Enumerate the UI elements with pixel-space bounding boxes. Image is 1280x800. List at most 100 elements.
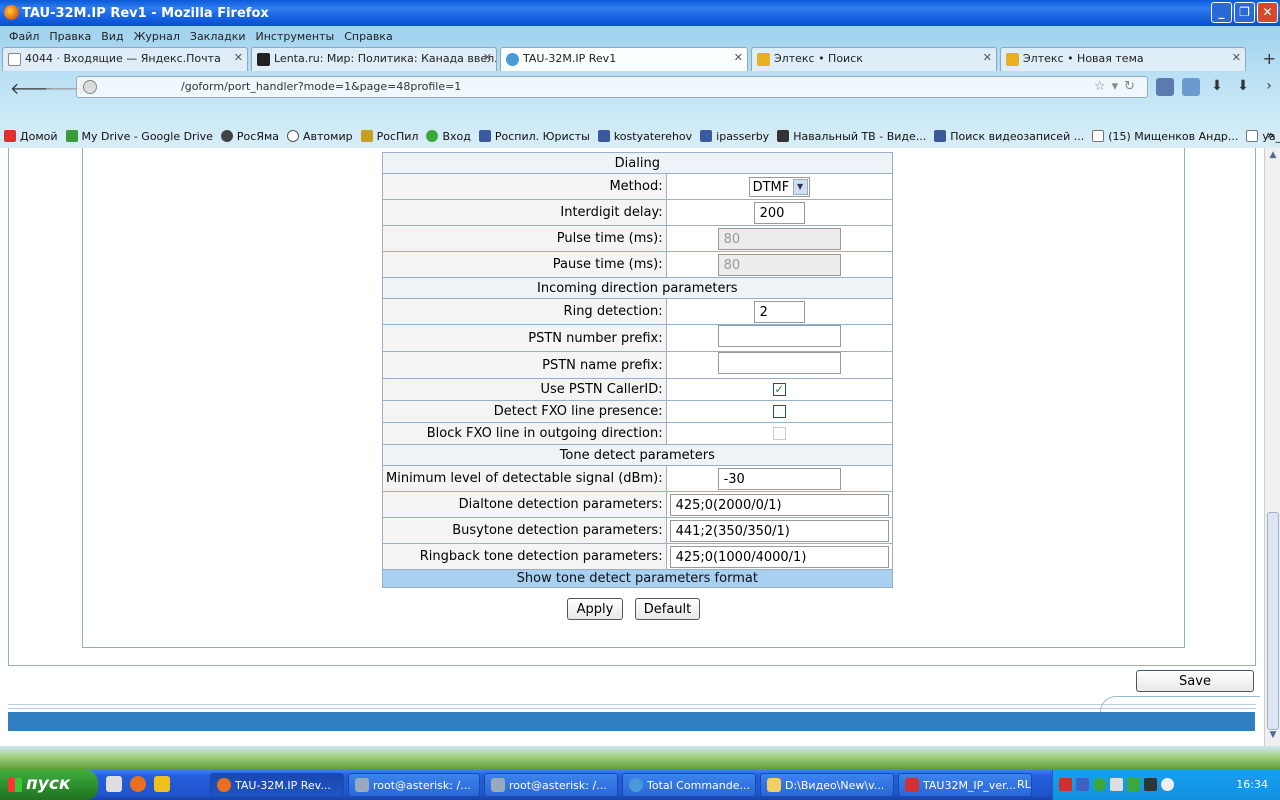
use-callerid-checkbox[interactable]: ✓ [772,383,786,396]
default-button[interactable]: Default [635,598,700,620]
tab-close-icon[interactable]: ✕ [734,51,743,64]
close-button[interactable]: ✕ [1257,2,1278,23]
putty-icon [355,778,369,792]
tab-close-icon[interactable]: ✕ [983,51,992,64]
start-button[interactable]: пуск [0,770,98,800]
dialtone-input[interactable]: 425;0(2000/0/1) [669,493,889,516]
min-level-input[interactable]: -30 [717,467,841,490]
bookmark-item[interactable]: РосПил [360,130,418,143]
tray-icon[interactable] [1093,778,1106,791]
use-callerid-label: Use PSTN CallerID: [382,378,667,401]
bookmark-item[interactable]: ipasserby [700,130,769,143]
taskbar-item[interactable]: D:\Видео\New\v... [760,773,894,797]
menu-help[interactable]: Справка [339,30,397,43]
busytone-input[interactable]: 441;2(350/350/1) [669,519,889,542]
bookmark-item[interactable]: РосЯма [220,130,279,143]
addon-icon[interactable] [1156,78,1174,96]
tab-close-icon[interactable]: ✕ [234,51,243,64]
pause-time-input: 80 [717,253,841,276]
menu-tools[interactable]: Инструменты [251,30,340,43]
ring-detection-input[interactable]: 2 [753,300,805,323]
interdigit-input[interactable]: 200 [753,201,805,224]
tray-icon[interactable] [1127,778,1140,791]
browser-chrome: Файл Правка Вид Журнал Закладки Инструме… [0,26,1280,148]
pulse-time-label: Pulse time (ms): [382,225,667,252]
download-icon[interactable]: ⬇ [1208,78,1226,96]
bookmark-item[interactable]: Навальный ТВ - Виде... [777,130,926,143]
show-format-link[interactable]: Show tone detect parameters format [382,569,893,588]
ringback-input[interactable]: 425;0(1000/4000/1) [669,545,889,568]
busytone-label: Busytone detection parameters: [382,517,667,544]
menu-chevron-icon[interactable]: › [1260,78,1278,96]
save-button[interactable]: Save [1136,670,1254,692]
scroll-down-icon[interactable]: ▼ [1267,730,1279,744]
tab-eltex-new-topic[interactable]: Элтекс • Новая тема ✕ [1000,47,1246,71]
desktop-icon[interactable] [106,776,122,792]
tab-label: TAU-32M.IP Rev1 [523,52,617,65]
login-icon [426,130,439,142]
menu-bookmarks[interactable]: Закладки [185,30,251,43]
circle-icon [287,130,300,142]
menu-file[interactable]: Файл [4,30,44,43]
tab-lenta[interactable]: Lenta.ru: Мир: Политика: Канада ввел... … [251,47,497,71]
new-tab-icon[interactable]: + [1263,49,1276,68]
taskbar-item[interactable]: root@asterisk: /... [484,773,618,797]
window-title: TAU-32M.IP Rev1 - Mozilla Firefox [22,5,269,21]
user-icon [597,130,610,142]
taskbar-item[interactable]: TAU32M_IP_ver... [898,773,1032,797]
tab-eltex-search[interactable]: Элтекс • Поиск ✕ [751,47,997,71]
bookmark-item[interactable]: Роспил. Юристы [478,130,590,143]
bookmark-item[interactable]: ya_vlasenko [1246,130,1280,143]
addon-icon[interactable] [1182,78,1200,96]
menu-view[interactable]: Вид [96,30,128,43]
taskbar-item[interactable]: root@asterisk: /... [348,773,480,797]
bookmark-item[interactable]: Вход [426,130,471,143]
bookmark-item[interactable]: kostyaterehov [597,130,692,143]
tray-icon[interactable] [1144,778,1157,791]
volume-icon[interactable] [1161,778,1174,791]
minimize-button[interactable]: _ [1211,2,1232,23]
section-header-dialing: Dialing [382,152,893,174]
star-icon[interactable]: ☆ [1094,79,1112,94]
bookmark-item[interactable]: Автомир [287,130,353,143]
pstn-name-prefix-input[interactable] [717,352,841,374]
taskbar-item[interactable]: Total Commande... [622,773,756,797]
taskbar-item[interactable]: TAU-32M.IP Rev... [210,773,344,797]
network-icon[interactable] [1110,778,1123,791]
detect-fxo-checkbox[interactable] [772,405,786,418]
tray-icon[interactable] [1059,778,1072,791]
detect-fxo-label: Detect FXO line presence: [382,400,667,423]
tab-close-icon[interactable]: ✕ [483,51,492,64]
dropdown-icon[interactable]: ▾ [1112,79,1125,94]
eltex-icon [506,53,519,66]
yandex-icon [4,130,16,142]
bookmark-item[interactable]: Домой [4,130,58,143]
method-select[interactable]: DTMF ▼ [748,176,810,197]
tray-icon[interactable] [1076,778,1089,791]
download-manager-icon[interactable]: ⬇ [1234,78,1252,96]
menu-edit[interactable]: Правка [44,30,96,43]
tab-tau32m[interactable]: TAU-32M.IP Rev1 ✕ [500,47,748,71]
bookmark-item[interactable]: Поиск видеозаписей ... [934,130,1084,143]
language-indicator[interactable]: RL [1017,778,1031,791]
maximize-button[interactable]: ❐ [1234,2,1255,23]
ring-detection-label: Ring detection: [382,298,667,325]
reload-icon[interactable]: ↻ [1124,79,1141,94]
scroll-up-icon[interactable]: ▲ [1267,150,1279,164]
divider [8,708,1256,709]
tab-close-icon[interactable]: ✕ [1232,51,1241,64]
firefox-icon[interactable] [130,776,146,792]
section-header-tone: Tone detect parameters [382,444,893,466]
pstn-number-prefix-input[interactable] [717,325,841,347]
app-icon[interactable] [154,776,170,792]
bookmark-item[interactable]: My Drive - Google Drive [65,130,213,143]
bookmarks-overflow-icon[interactable]: » [1267,128,1274,142]
apply-button[interactable]: Apply [567,598,623,620]
scrollbar-thumb[interactable] [1267,512,1279,730]
ringback-label: Ringback tone detection parameters: [382,543,667,570]
menu-history[interactable]: Журнал [129,30,185,43]
vertical-scrollbar[interactable]: ▲ ▼ [1264,148,1280,746]
bookmark-item[interactable]: (15) Мищенков Андр... [1092,130,1238,143]
url-bar[interactable]: /goform/port_handler?mode=1&page=48profi… [76,76,1148,98]
tab-yandex-mail[interactable]: 4044 · Входящие — Яндекс.Почта ✕ [2,47,248,71]
